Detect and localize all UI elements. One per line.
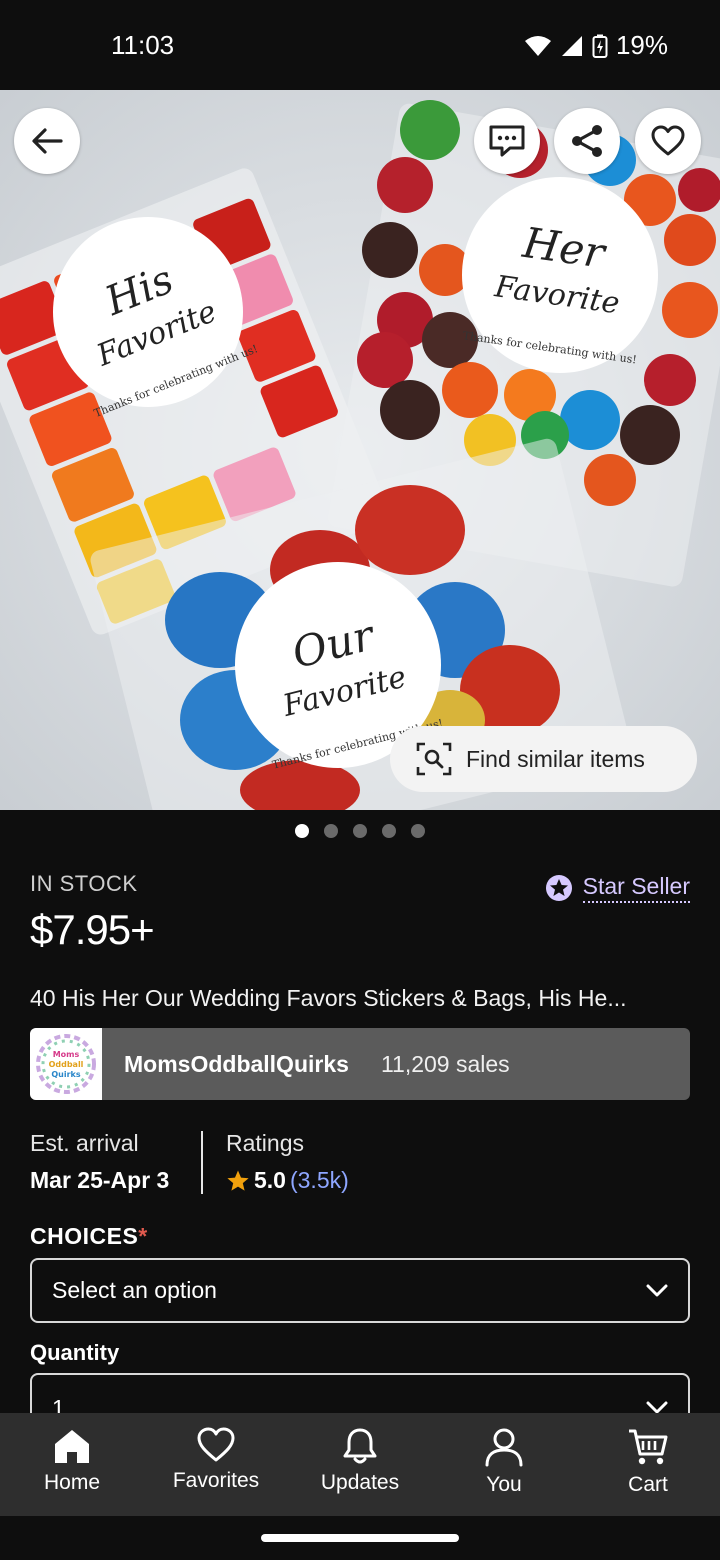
ratings-label: Ratings bbox=[226, 1130, 304, 1156]
bottom-navigation: Home Favorites Updates You Cart bbox=[0, 1413, 720, 1516]
required-mark: * bbox=[138, 1223, 148, 1249]
choices-placeholder: Select an option bbox=[52, 1277, 217, 1303]
star-icon bbox=[227, 1170, 249, 1191]
carousel-dot[interactable] bbox=[295, 824, 309, 838]
share-button[interactable] bbox=[554, 108, 620, 174]
find-similar-label: Find similar items bbox=[466, 745, 645, 772]
quantity-label: Quantity bbox=[30, 1340, 120, 1365]
nav-home[interactable]: Home bbox=[0, 1413, 144, 1516]
nav-updates-label: Updates bbox=[320, 1471, 400, 1494]
nav-home-label: Home bbox=[43, 1471, 101, 1494]
choices-label-text: CHOICES bbox=[30, 1223, 139, 1249]
cart-icon bbox=[629, 1429, 668, 1465]
stock-status: IN STOCK bbox=[30, 871, 138, 896]
shop-name[interactable]: MomsOddballQuirks bbox=[124, 1051, 349, 1078]
chevron-down-icon bbox=[646, 1284, 668, 1296]
shop-card[interactable]: Moms Oddball Quirks MomsOddballQuirks 11… bbox=[30, 1028, 690, 1100]
bell-icon bbox=[343, 1428, 377, 1464]
nav-cart-label: Cart bbox=[628, 1473, 668, 1496]
back-button[interactable] bbox=[14, 108, 80, 174]
nav-cart[interactable]: Cart bbox=[576, 1413, 720, 1516]
nav-you[interactable]: You bbox=[432, 1413, 576, 1516]
find-similar-items-button[interactable]: Find similar items bbox=[390, 726, 697, 792]
image-carousel-dots bbox=[0, 824, 720, 838]
ratings-summary[interactable]: Ratings 5.0 (3.5k) bbox=[226, 1130, 349, 1194]
choices-dropdown[interactable]: Select an option bbox=[30, 1258, 690, 1323]
wifi-icon bbox=[524, 35, 551, 56]
listing-title[interactable]: 40 His Her Our Wedding Favors Stickers &… bbox=[30, 985, 695, 1012]
estimated-arrival: Est. arrival Mar 25-Apr 3 bbox=[30, 1130, 169, 1194]
svg-text:Quirks: Quirks bbox=[51, 1070, 81, 1079]
status-icons: 19% bbox=[524, 30, 668, 61]
price: $7.95+ bbox=[30, 906, 155, 953]
heart-icon bbox=[651, 125, 685, 156]
star-seller-label[interactable]: Star Seller bbox=[582, 873, 690, 903]
nav-you-label: You bbox=[486, 1473, 522, 1496]
divider bbox=[201, 1131, 203, 1194]
visual-search-icon bbox=[416, 742, 452, 776]
message-icon bbox=[489, 125, 525, 157]
carousel-dot[interactable] bbox=[353, 824, 367, 838]
battery-icon bbox=[592, 34, 608, 58]
signal-icon bbox=[561, 35, 582, 56]
arrival-label: Est. arrival bbox=[30, 1130, 139, 1156]
rating-score: 5.0 bbox=[254, 1167, 286, 1193]
svg-text:Moms: Moms bbox=[53, 1050, 80, 1059]
product-image[interactable]: His Favorite Thanks for celebrating with… bbox=[0, 90, 720, 810]
arrow-left-icon bbox=[32, 128, 63, 154]
nav-favorites-label: Favorites bbox=[172, 1469, 260, 1492]
message-seller-button[interactable] bbox=[474, 108, 540, 174]
product-photo: His Favorite Thanks for celebrating with… bbox=[0, 90, 720, 810]
gesture-handle[interactable] bbox=[261, 1534, 459, 1542]
heart-icon bbox=[197, 1427, 235, 1462]
user-icon bbox=[485, 1428, 523, 1467]
home-icon bbox=[55, 1430, 89, 1463]
shop-sales-count: 11,209 sales bbox=[380, 1050, 510, 1077]
carousel-dot[interactable] bbox=[324, 824, 338, 838]
favorite-button[interactable] bbox=[635, 108, 701, 174]
status-time: 11:03 bbox=[111, 30, 175, 60]
share-icon bbox=[572, 125, 602, 157]
rating-count[interactable]: (3.5k) bbox=[290, 1167, 349, 1194]
nav-updates[interactable]: Updates bbox=[288, 1413, 432, 1516]
svg-text:Oddball: Oddball bbox=[49, 1060, 84, 1069]
carousel-dot[interactable] bbox=[411, 824, 425, 838]
arrival-dates: Mar 25-Apr 3 bbox=[30, 1167, 170, 1193]
choices-label: CHOICES* bbox=[30, 1223, 148, 1250]
shop-logo: Moms Oddball Quirks bbox=[30, 1028, 102, 1100]
star-seller-badge[interactable]: Star Seller bbox=[545, 873, 690, 903]
carousel-dot[interactable] bbox=[382, 824, 396, 838]
status-bar: 11:03 19% bbox=[0, 0, 720, 90]
battery-percent: 19% bbox=[615, 30, 668, 60]
nav-favorites[interactable]: Favorites bbox=[144, 1413, 288, 1516]
star-seller-icon bbox=[545, 875, 572, 901]
